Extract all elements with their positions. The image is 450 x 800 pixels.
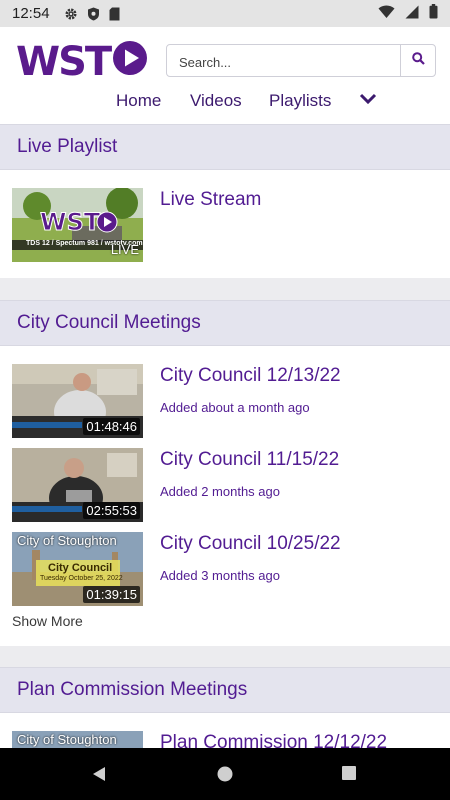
back-icon[interactable] <box>92 766 106 787</box>
chevron-down-icon[interactable] <box>359 92 377 111</box>
video-duration: 01:48:46 <box>83 418 140 435</box>
live-playlist-section: Live Playlist WST TDS 12 / Spectum 981 /… <box>0 124 450 278</box>
video-duration: 02:55:53 <box>83 502 140 519</box>
search-icon <box>411 51 425 70</box>
video-title[interactable]: Plan Commission 12/12/22 <box>160 732 387 748</box>
video-item[interactable]: 01:48:46 City Council 12/13/22 Added abo… <box>0 364 450 440</box>
recents-icon[interactable] <box>342 766 356 785</box>
video-item[interactable]: City of Stoughton Plan Commission 12/12/… <box>0 731 450 748</box>
site-header: WST Home Videos Playlists <box>0 27 450 124</box>
wifi-icon <box>378 5 395 23</box>
added-time: Added 3 months ago <box>160 568 280 583</box>
video-thumbnail[interactable]: 02:55:53 <box>12 448 143 522</box>
home-icon[interactable] <box>217 766 233 787</box>
section-title: City Council Meetings <box>0 300 450 346</box>
shield-icon <box>87 7 100 21</box>
added-time: Added 2 months ago <box>160 484 280 499</box>
video-thumbnail[interactable]: 01:48:46 <box>12 364 143 438</box>
sd-card-icon <box>109 7 120 21</box>
search-box <box>166 44 436 77</box>
video-thumbnail[interactable]: City of Stoughton City Council Tuesday O… <box>12 532 143 606</box>
play-circle-icon <box>112 40 148 84</box>
wsto-logo[interactable]: WST <box>16 40 148 84</box>
nav-playlists-link[interactable]: Playlists <box>269 91 331 111</box>
thumbnail-heading: City of Stoughton <box>17 732 117 747</box>
svg-text:WST: WST <box>40 208 101 236</box>
live-badge: LIVE <box>110 242 139 257</box>
clock: 12:54 <box>12 5 50 22</box>
video-title[interactable]: City Council 11/15/22 <box>160 449 339 471</box>
video-item[interactable]: City of Stoughton City Council Tuesday O… <box>0 532 450 608</box>
video-title[interactable]: City Council 12/13/22 <box>160 365 341 387</box>
section-title: Plan Commission Meetings <box>0 667 450 713</box>
video-title[interactable]: City Council 10/25/22 <box>160 533 341 555</box>
video-item[interactable]: 02:55:53 City Council 11/15/22 Added 2 m… <box>0 448 450 524</box>
video-title[interactable]: Live Stream <box>160 189 261 211</box>
gear-icon <box>64 7 78 21</box>
video-thumbnail[interactable]: WST TDS 12 / Spectum 981 / wstotv.com LI… <box>12 188 143 262</box>
search-button[interactable] <box>400 45 435 76</box>
video-duration: 01:39:15 <box>83 586 140 603</box>
added-time: Added about a month ago <box>160 400 310 415</box>
plan-commission-section: Plan Commission Meetings City of Stought… <box>0 667 450 748</box>
thumbnail-date: Tuesday October 25, 2022 <box>40 575 123 582</box>
logo-text: WST <box>16 39 112 85</box>
video-item[interactable]: WST TDS 12 / Spectum 981 / wstotv.com LI… <box>0 188 450 264</box>
video-thumbnail[interactable]: City of Stoughton <box>12 731 143 748</box>
thumbnail-subheading: City Council <box>48 562 113 574</box>
show-more-link[interactable]: Show More <box>12 613 83 629</box>
section-title: Live Playlist <box>0 124 450 170</box>
main-nav: Home Videos Playlists <box>0 91 450 115</box>
thumbnail-heading: City of Stoughton <box>17 533 117 548</box>
battery-icon <box>429 4 438 23</box>
search-input[interactable] <box>177 51 396 73</box>
nav-videos-link[interactable]: Videos <box>190 91 242 111</box>
cellular-signal-icon <box>405 5 419 23</box>
nav-home-link[interactable]: Home <box>116 91 161 111</box>
status-bar: 12:54 <box>0 0 450 27</box>
android-navigation-bar <box>0 748 450 800</box>
city-council-section: City Council Meetings 01:48:46 City Coun… <box>0 300 450 646</box>
